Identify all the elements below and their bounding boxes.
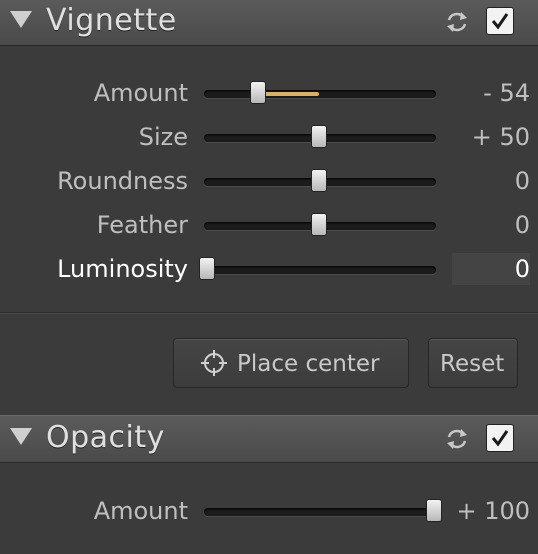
slider-row-amount: Amount - 54 [0, 74, 538, 114]
slider-value[interactable]: 0 [515, 167, 530, 195]
slider-thumb[interactable] [426, 499, 442, 522]
sync-icon[interactable] [444, 426, 470, 452]
slider-track[interactable] [204, 508, 436, 516]
slider-label: Size [138, 123, 188, 151]
slider-row-luminosity: Luminosity 0 [0, 250, 538, 290]
reset-button[interactable]: Reset [428, 338, 518, 388]
slider-label: Roundness [57, 167, 188, 195]
vignette-header[interactable]: Vignette [0, 0, 538, 46]
reset-label: Reset [440, 351, 505, 377]
slider-row-size: Size + 50 [0, 118, 538, 158]
slider-thumb[interactable] [311, 213, 327, 236]
slider-value[interactable]: 0 [515, 211, 530, 239]
vignette-enable-checkbox[interactable] [486, 7, 514, 35]
slider-value[interactable]: - 54 [483, 79, 530, 107]
slider-label: Luminosity [57, 255, 188, 283]
vignette-title: Vignette [46, 3, 177, 38]
slider-thumb[interactable] [199, 257, 215, 280]
slider-label: Amount [93, 79, 188, 107]
collapse-triangle-icon[interactable] [10, 11, 32, 28]
sync-icon[interactable] [444, 9, 470, 35]
crosshair-icon [201, 350, 227, 376]
divider [0, 312, 538, 314]
slider-row-opacity-amount: Amount + 100 [0, 492, 538, 532]
collapse-triangle-icon[interactable] [10, 428, 32, 445]
checkbox-check-icon [491, 430, 509, 447]
slider-value-input[interactable]: 0 [452, 253, 530, 285]
place-center-button[interactable]: Place center [173, 338, 409, 388]
slider-row-roundness: Roundness 0 [0, 162, 538, 202]
slider-track[interactable] [204, 90, 436, 98]
slider-label: Amount [93, 497, 188, 525]
opacity-title: Opacity [46, 420, 165, 455]
opacity-header[interactable]: Opacity [0, 415, 538, 463]
slider-track[interactable] [204, 266, 436, 274]
slider-thumb[interactable] [311, 125, 327, 148]
opacity-enable-checkbox[interactable] [486, 424, 514, 452]
slider-value[interactable]: + 50 [472, 123, 530, 151]
slider-thumb[interactable] [311, 169, 327, 192]
place-center-label: Place center [237, 351, 380, 377]
slider-value[interactable]: + 100 [456, 497, 530, 525]
slider-fill [257, 92, 319, 96]
slider-thumb[interactable] [250, 81, 266, 104]
checkbox-check-icon [491, 13, 509, 30]
slider-label: Feather [96, 211, 188, 239]
slider-row-feather: Feather 0 [0, 206, 538, 246]
